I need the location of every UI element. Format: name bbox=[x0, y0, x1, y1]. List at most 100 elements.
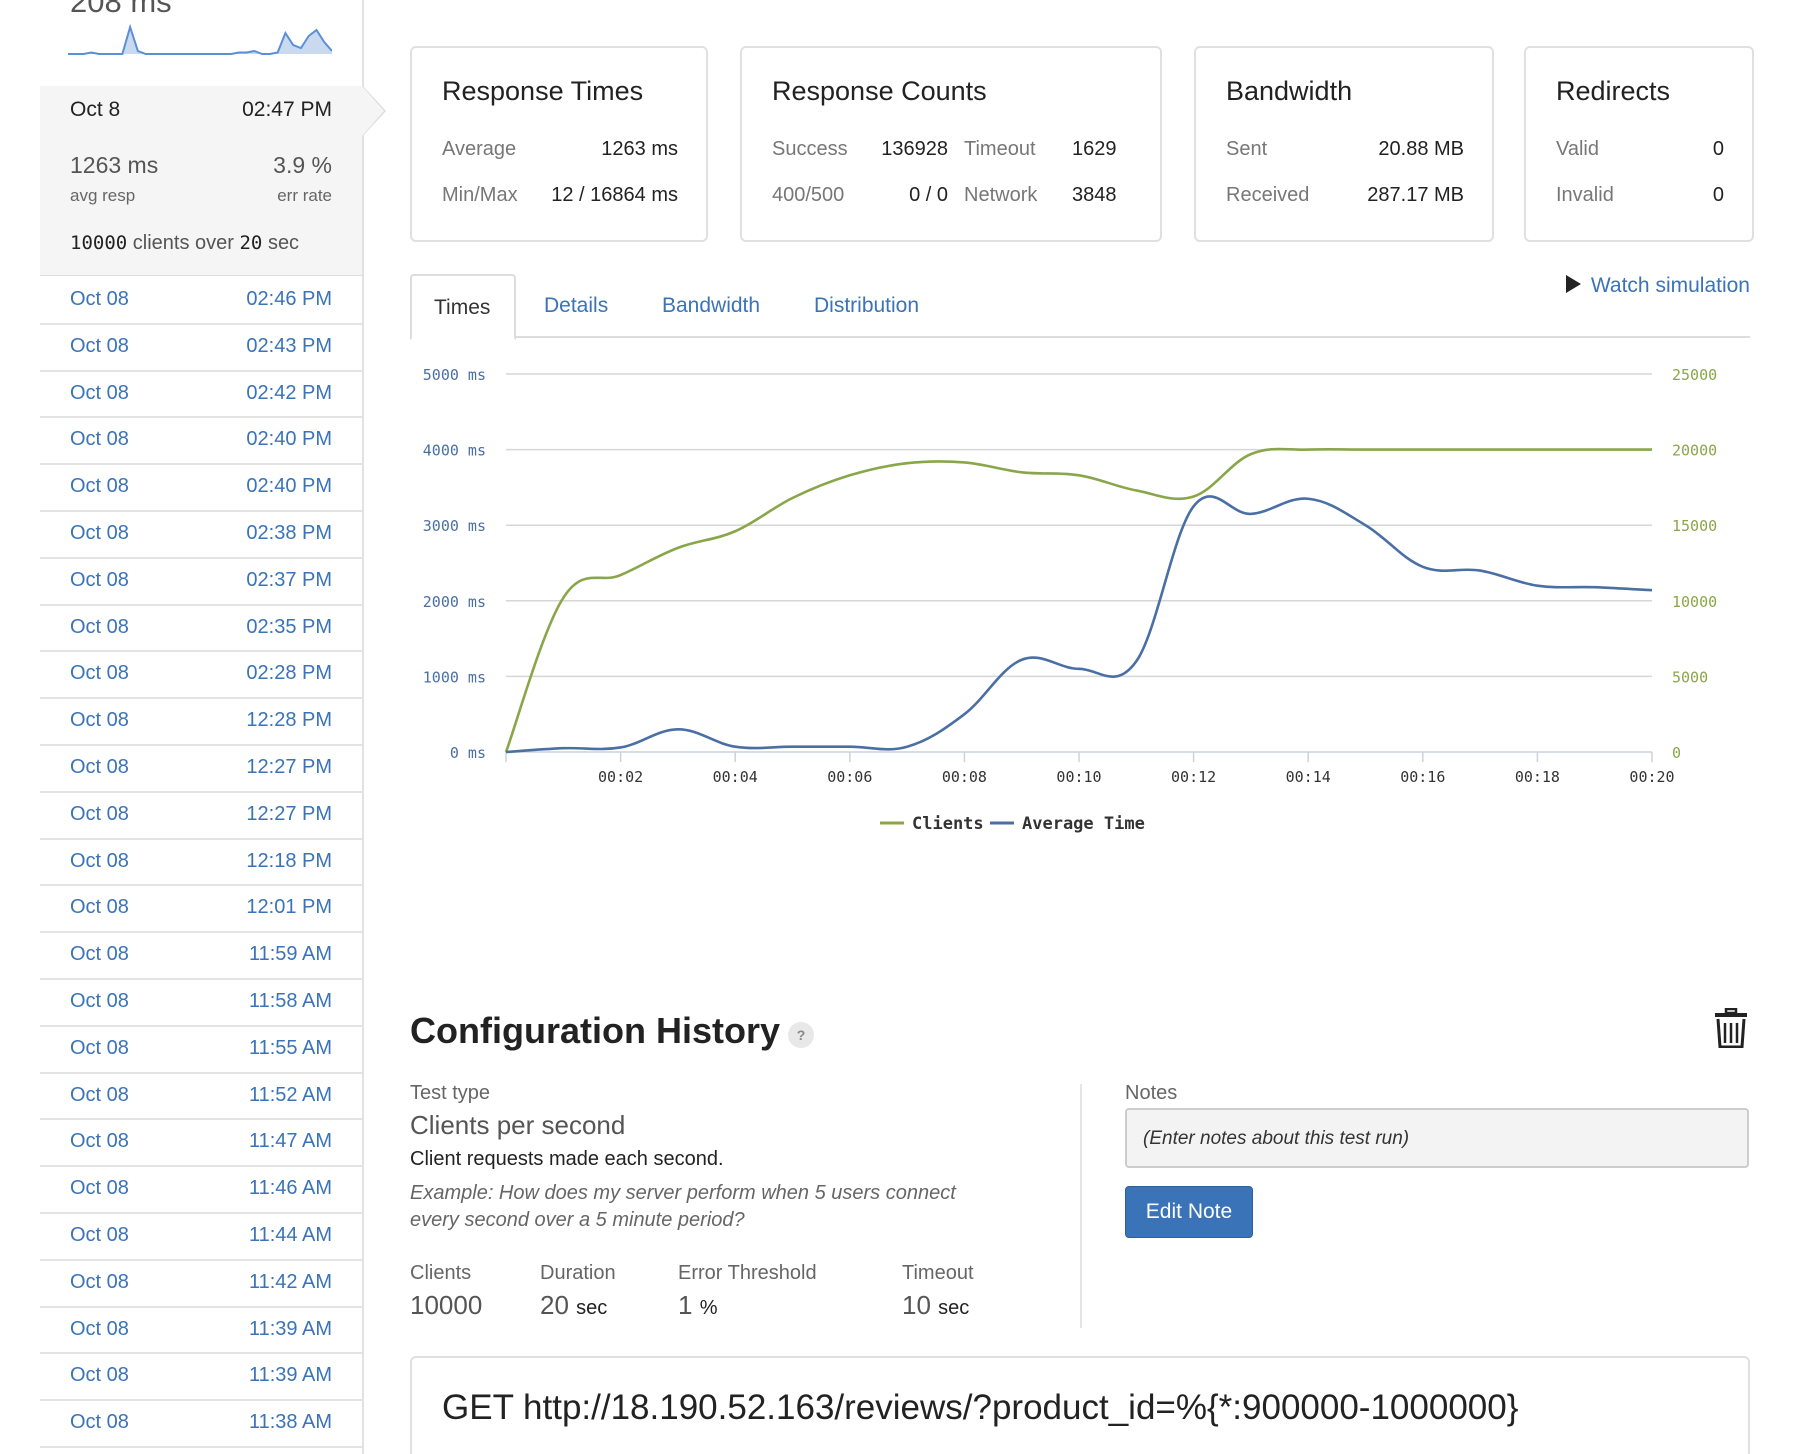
tab-bandwidth[interactable]: Bandwidth bbox=[662, 274, 760, 338]
test-run-item[interactable]: Oct 08 11:39 AM bbox=[40, 1308, 362, 1355]
test-run-item[interactable]: Oct 08 11:47 AM bbox=[40, 1120, 362, 1168]
invalid-label: Invalid bbox=[1556, 184, 1614, 206]
test-run-date: Oct 08 bbox=[70, 428, 129, 451]
test-run-date: Oct 08 bbox=[70, 334, 129, 357]
current-run-time: 02:47 PM bbox=[242, 98, 332, 121]
test-run-time: 02:38 PM bbox=[246, 521, 332, 544]
test-run-item[interactable]: Oct 08 02:35 PM bbox=[40, 606, 362, 653]
test-run-item[interactable]: Oct 08 02:40 PM bbox=[40, 465, 362, 512]
test-run-list: Oct 08 02:46 PM Oct 08 02:43 PM Oct 08 02:42 … bbox=[40, 278, 362, 1448]
http-error-value: 0 / 0 bbox=[909, 184, 948, 206]
current-run-summary[interactable]: Oct 8 02:47 PM 1263 ms avg resp 3.9 % er… bbox=[40, 85, 386, 276]
test-run-item[interactable]: Oct 08 02:28 PM bbox=[40, 652, 362, 700]
test-run-time: 02:40 PM bbox=[246, 428, 332, 451]
test-run-item[interactable]: Oct 08 11:58 AM bbox=[40, 980, 362, 1027]
err-rate-label: err rate bbox=[277, 186, 332, 205]
test-run-item[interactable]: Oct 08 02:46 PM bbox=[40, 278, 362, 325]
card-title: Response Counts bbox=[772, 76, 987, 106]
help-icon[interactable]: ? bbox=[788, 1022, 814, 1048]
test-type-description: Client requests made each second. bbox=[410, 1148, 724, 1170]
y-left-tick-label: 5000 ms bbox=[423, 366, 486, 384]
test-run-item[interactable]: Oct 08 02:37 PM bbox=[40, 559, 362, 606]
series-line-average-time bbox=[505, 495, 1653, 754]
x-tick-label: 00:06 bbox=[827, 768, 872, 786]
valid-label: Valid bbox=[1556, 138, 1599, 160]
chart-tabs: Times Details Bandwidth Distribution bbox=[410, 274, 1750, 340]
test-run-item[interactable]: Oct 08 12:27 PM bbox=[40, 746, 362, 793]
test-run-item[interactable]: Oct 08 12:01 PM bbox=[40, 886, 362, 934]
y-left-tick-label: 0 ms bbox=[450, 744, 486, 762]
sent-label: Sent bbox=[1226, 138, 1268, 160]
test-run-item[interactable]: Oct 08 12:18 PM bbox=[40, 840, 362, 887]
test-run-time: 02:46 PM bbox=[246, 288, 332, 310]
sidebar: 208 ms Oct 8 02:47 PM 1263 ms avg resp 3… bbox=[40, 0, 386, 1454]
test-type-label: Test type bbox=[410, 1082, 491, 1104]
test-run-time: 12:01 PM bbox=[246, 896, 332, 919]
watch-simulation-link[interactable]: Watch simulation bbox=[1565, 274, 1750, 298]
error-threshold-label: Error Threshold bbox=[678, 1262, 817, 1284]
received-label: Received bbox=[1226, 184, 1310, 206]
test-run-item[interactable]: Oct 08 02:42 PM bbox=[40, 372, 362, 419]
received-value: 287.17 MB bbox=[1367, 184, 1464, 206]
test-run-item[interactable]: Oct 08 11:46 AM bbox=[40, 1167, 362, 1214]
y-left-tick-label: 3000 ms bbox=[423, 517, 486, 535]
test-run-date: Oct 08 bbox=[70, 288, 129, 310]
sparkline-value: 208 ms bbox=[70, 0, 172, 19]
y-right-tick-label: 20000 bbox=[1672, 442, 1717, 460]
test-run-item[interactable]: Oct 08 11:44 AM bbox=[40, 1214, 362, 1261]
avg-resp-label: avg resp bbox=[70, 186, 136, 205]
x-tick-label: 00:14 bbox=[1286, 768, 1331, 786]
test-run-date: Oct 08 bbox=[70, 1036, 129, 1059]
test-run-time: 02:40 PM bbox=[246, 475, 332, 498]
test-run-time: 02:42 PM bbox=[246, 381, 332, 404]
tab-details[interactable]: Details bbox=[544, 274, 608, 338]
test-run-date: Oct 08 bbox=[70, 615, 129, 638]
clients-summary-text: clients over bbox=[132, 232, 234, 254]
test-run-time: 11:58 AM bbox=[248, 989, 332, 1012]
test-run-item[interactable]: Oct 08 02:40 PM bbox=[40, 418, 362, 466]
y-right-tick-label: 0 bbox=[1672, 744, 1681, 762]
test-run-date: Oct 08 bbox=[70, 849, 129, 872]
response-times-card: Response Times Average 1263 ms Min/Max 1… bbox=[410, 46, 708, 242]
tab-times[interactable]: Times bbox=[410, 274, 516, 340]
bandwidth-card: Bandwidth Sent 20.88 MB Received 287.17 … bbox=[1194, 46, 1494, 242]
test-run-date: Oct 08 bbox=[70, 1130, 129, 1153]
test-run-time: 11:38 AM bbox=[248, 1411, 332, 1434]
x-tick-label: 00:20 bbox=[1629, 768, 1674, 786]
test-run-item[interactable]: Oct 08 11:55 AM bbox=[40, 1027, 362, 1074]
test-type-value: Clients per second bbox=[410, 1110, 626, 1140]
clients-duration-unit: sec bbox=[267, 232, 300, 254]
test-run-item[interactable]: Oct 08 02:43 PM bbox=[40, 325, 362, 372]
edit-note-button[interactable]: Edit Note bbox=[1125, 1186, 1253, 1238]
trash-icon[interactable] bbox=[1714, 1008, 1748, 1048]
card-title: Redirects bbox=[1556, 76, 1671, 106]
test-run-date: Oct 08 bbox=[70, 1177, 129, 1200]
test-run-date: Oct 08 bbox=[70, 568, 129, 591]
test-run-date: Oct 08 bbox=[70, 896, 129, 919]
y-left-tick-label: 1000 ms bbox=[423, 668, 486, 686]
clients-count: 10000 bbox=[70, 232, 128, 254]
test-run-item[interactable]: Oct 08 11:42 AM bbox=[40, 1261, 362, 1308]
test-run-time: 12:18 PM bbox=[246, 849, 332, 872]
test-run-item[interactable]: Oct 08 02:38 PM bbox=[40, 512, 362, 559]
test-run-time: 02:35 PM bbox=[246, 615, 332, 638]
test-run-date: Oct 08 bbox=[70, 802, 129, 825]
test-run-item[interactable]: Oct 08 11:52 AM bbox=[40, 1074, 362, 1121]
minmax-label: Min/Max bbox=[442, 184, 518, 206]
test-run-item[interactable]: Oct 08 11:59 AM bbox=[40, 933, 362, 980]
test-type-example: Example: How does my server perform when… bbox=[410, 1182, 956, 1231]
test-run-item[interactable]: Oct 08 11:39 AM bbox=[40, 1354, 362, 1402]
test-run-time: 02:28 PM bbox=[246, 662, 332, 685]
timeout-value: 1629 bbox=[1072, 138, 1117, 160]
timeout-value: 10 sec bbox=[902, 1290, 970, 1320]
notes-field[interactable]: (Enter notes about this test run) bbox=[1125, 1108, 1749, 1168]
test-run-item[interactable]: Oct 08 12:28 PM bbox=[40, 699, 362, 746]
minmax-value: 12 / 16864 ms bbox=[551, 184, 678, 206]
test-run-date: Oct 08 bbox=[70, 755, 129, 778]
tab-distribution[interactable]: Distribution bbox=[814, 274, 919, 338]
test-run-item[interactable]: Oct 08 11:38 AM bbox=[40, 1401, 362, 1448]
x-tick-label: 00:02 bbox=[598, 768, 643, 786]
response-counts-card: Response Counts Success 136928 Timeout 1… bbox=[740, 46, 1162, 242]
test-run-item[interactable]: Oct 08 12:27 PM bbox=[40, 793, 362, 840]
test-run-time: 11:39 AM bbox=[248, 1364, 332, 1387]
